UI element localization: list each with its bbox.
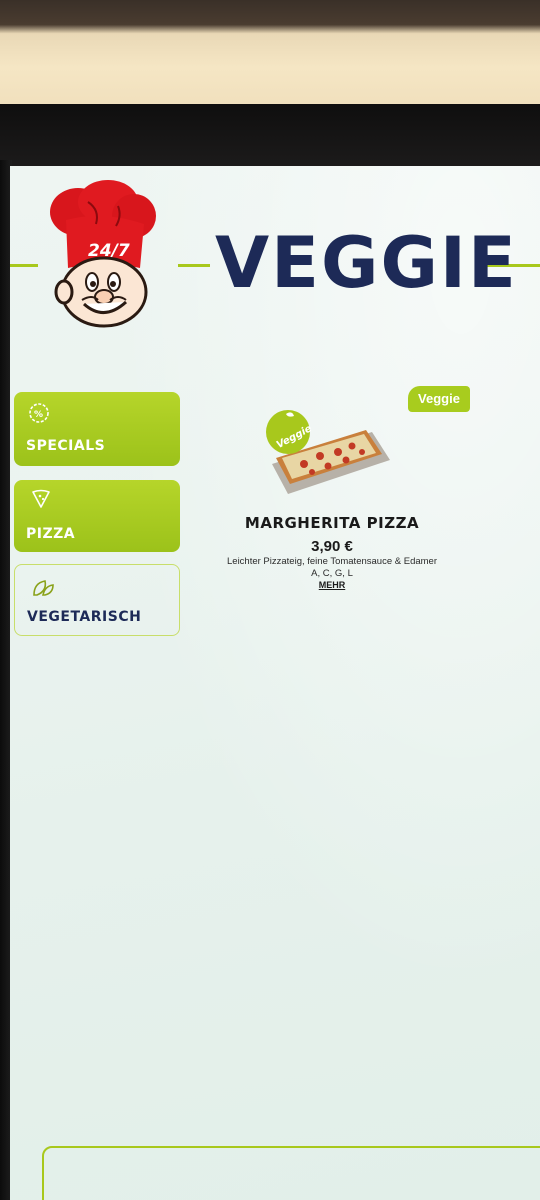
screen-bezel-top <box>0 104 540 168</box>
sidebar-item-label: VEGETARISCH <box>27 609 142 625</box>
chef-mascot-logo: 24/7 <box>48 180 158 330</box>
product-name: MARGHERITA PIZZA <box>244 514 420 532</box>
product-description: Leichter Pizzateig, feine Tomatensauce &… <box>227 556 437 567</box>
specials-icon: % <box>28 402 50 424</box>
pizza-slice-icon <box>30 488 52 510</box>
veggie-badge: Veggie <box>408 386 470 412</box>
product-price: 3,90 € <box>311 538 353 555</box>
header-line-left <box>10 264 38 267</box>
background-wall <box>0 0 540 112</box>
kiosk-screen: 24/7 VEGGIE % SPECIALS PIZZA VEGETARISCH… <box>10 166 540 1200</box>
cart-panel[interactable] <box>42 1146 540 1200</box>
sidebar-item-label: PIZZA <box>26 526 76 542</box>
sidebar-item-specials[interactable]: % SPECIALS <box>14 392 180 466</box>
header-line-middle <box>178 264 210 267</box>
product-allergens: A, C, G, L <box>311 568 353 579</box>
sidebar-item-vegetarisch[interactable]: VEGETARISCH <box>14 564 180 636</box>
sidebar-item-pizza[interactable]: PIZZA <box>14 480 180 552</box>
page-title: VEGGIE <box>215 222 518 304</box>
more-link[interactable]: MEHR <box>210 580 454 590</box>
leaf-icon <box>31 577 54 599</box>
svg-text:%: % <box>34 410 43 420</box>
sidebar-item-label: SPECIALS <box>26 438 106 454</box>
product-image[interactable]: Veggie <box>254 402 394 498</box>
